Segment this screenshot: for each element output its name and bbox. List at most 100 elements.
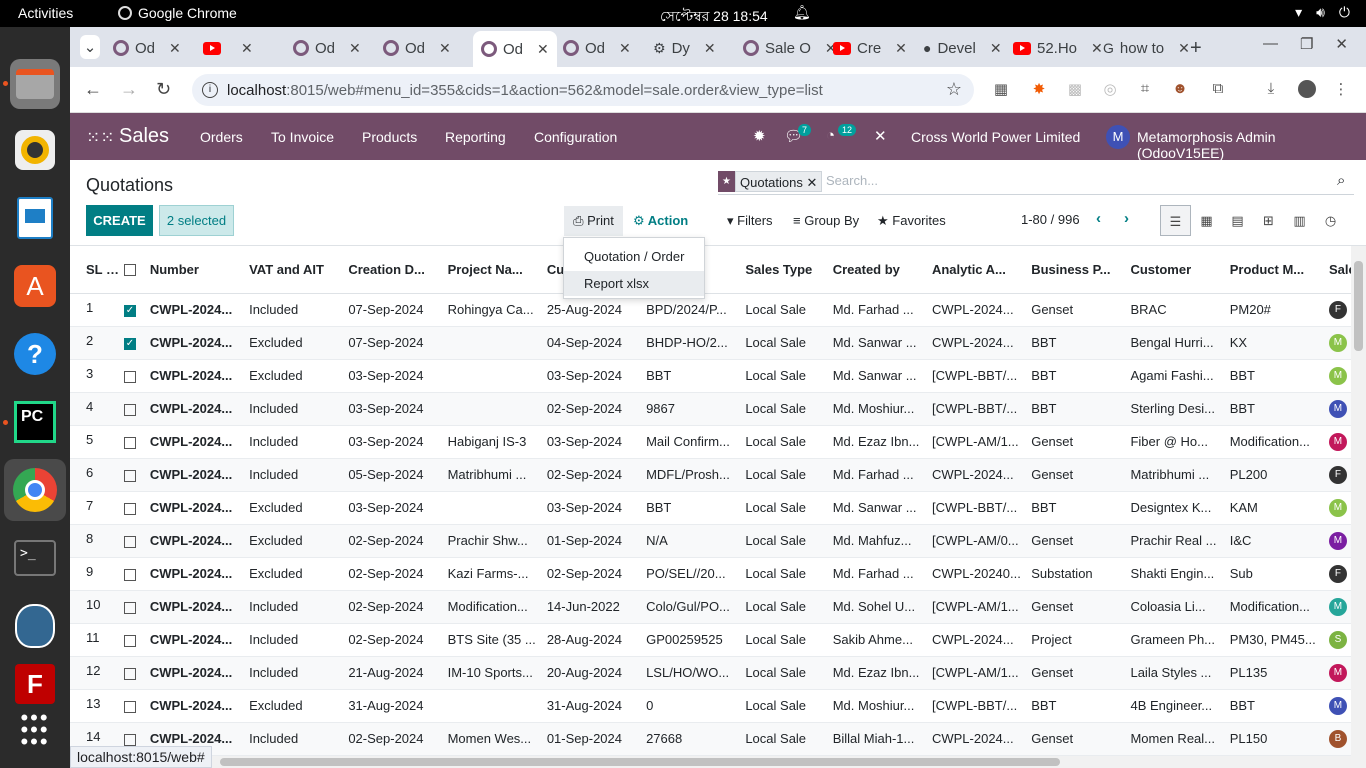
browser-tab[interactable]: Od ✕ xyxy=(383,35,451,61)
print-button[interactable]: ⎙ Print xyxy=(564,206,623,236)
help-icon[interactable]: ? xyxy=(10,329,60,379)
table-row[interactable]: 8 CWPL-2024... Excluded 02-Sep-2024 Prachir … xyxy=(70,524,1351,558)
table-row[interactable]: 10 CWPL-2024... Included 02-Sep-2024 Modific… xyxy=(70,590,1351,624)
url-text[interactable]: localhost:8015/web#menu_id=355&cids=1&ac… xyxy=(227,82,823,99)
menu-products[interactable]: Products xyxy=(362,129,417,145)
table-row[interactable]: 2 ✓ CWPL-2024... Excluded 07-Sep-2024 04-Sep-… xyxy=(70,326,1351,360)
column-header[interactable] xyxy=(123,246,150,294)
browser-tab[interactable]: Od ✕ xyxy=(473,31,557,67)
row-checkbox[interactable]: ✓ xyxy=(123,337,136,350)
close-tab-icon[interactable]: ✕ xyxy=(1178,40,1190,57)
bell-icon[interactable]: 🔔︎ xyxy=(793,4,811,21)
menu-configuration[interactable]: Configuration xyxy=(534,129,617,145)
pycharm-icon[interactable]: PC xyxy=(10,397,60,447)
download-icon[interactable]: ⤓ xyxy=(1262,80,1280,98)
previous-page-icon[interactable]: ‹ xyxy=(1096,210,1101,227)
calendar-view-icon[interactable]: ▤ xyxy=(1222,205,1253,236)
menu-orders[interactable]: Orders xyxy=(200,129,243,145)
files-icon[interactable] xyxy=(10,59,60,109)
close-tab-icon[interactable]: ✕ xyxy=(619,40,631,57)
pivot-view-icon[interactable]: ⊞ xyxy=(1253,205,1284,236)
facet-remove-icon[interactable]: ✕ xyxy=(807,175,818,190)
close-tab-icon[interactable]: ✕ xyxy=(895,40,907,57)
system-tray[interactable]: ▾ 🔊︎ ⏻ xyxy=(1295,4,1350,21)
column-header[interactable]: Product M... xyxy=(1229,246,1329,294)
column-header[interactable]: SL N... xyxy=(70,246,124,294)
browser-tab[interactable]: 52.Ho ✕ xyxy=(1013,35,1103,61)
new-tab-button[interactable]: + xyxy=(1190,35,1202,61)
apps-menu-icon[interactable]: ⁙⁙ xyxy=(86,128,115,148)
extension-icon[interactable]: ⌗ xyxy=(1136,80,1154,98)
selected-count[interactable]: 2 selected xyxy=(159,205,234,236)
table-row[interactable]: 5 CWPL-2024... Included 03-Sep-2024 Habiganj… xyxy=(70,425,1351,459)
browser-tab[interactable]: Sale O ✕ xyxy=(743,35,837,61)
graph-view-icon[interactable]: ▥ xyxy=(1284,205,1315,236)
tab-search-button[interactable]: ⌄ xyxy=(80,35,100,59)
print-menu-item-report-xlsx[interactable]: Report xlsx xyxy=(564,271,704,296)
extension-icon[interactable]: ✸ xyxy=(1030,80,1048,98)
close-tab-icon[interactable]: ✕ xyxy=(439,40,451,57)
row-checkbox[interactable] xyxy=(123,535,136,548)
column-header[interactable]: Analytic A... xyxy=(931,246,1032,294)
browser-tab[interactable]: ⚙ Dy ✕ xyxy=(653,35,716,61)
close-tab-icon[interactable]: ✕ xyxy=(349,40,361,57)
bug-icon[interactable]: ✹ xyxy=(753,127,766,145)
close-tab-icon[interactable]: ✕ xyxy=(704,40,716,57)
table-row[interactable]: 12 CWPL-2024... Included 21-Aug-2024 IM-10 S… xyxy=(70,656,1351,690)
tools-icon[interactable]: ✕ xyxy=(874,127,887,145)
table-row[interactable]: 11 CWPL-2024... Included 02-Sep-2024 BTS Sit… xyxy=(70,623,1351,657)
back-icon[interactable]: ← xyxy=(84,79,102,100)
row-checkbox[interactable] xyxy=(123,634,136,647)
table-row[interactable]: 9 CWPL-2024... Excluded 02-Sep-2024 Kazi Far… xyxy=(70,557,1351,591)
browser-tab[interactable]: Od ✕ xyxy=(563,35,631,61)
company-switcher[interactable]: Cross World Power Limited xyxy=(911,129,1080,145)
table-row[interactable]: 14 CWPL-2024... Included 02-Sep-2024 Momen W… xyxy=(70,722,1351,756)
minimize-icon[interactable]: — xyxy=(1263,35,1278,53)
kanban-view-icon[interactable]: ▦ xyxy=(1191,205,1222,236)
column-header[interactable]: VAT and AIT xyxy=(249,246,349,294)
row-checkbox[interactable] xyxy=(123,667,136,680)
create-button[interactable]: CREATE xyxy=(86,205,153,236)
row-checkbox[interactable] xyxy=(123,733,136,746)
chrome-icon[interactable] xyxy=(4,459,66,521)
column-header[interactable]: Salesperson xyxy=(1328,246,1351,294)
column-header[interactable]: Number xyxy=(149,246,250,294)
row-checkbox[interactable] xyxy=(123,436,136,449)
app-menu[interactable]: Google Chrome xyxy=(118,5,237,21)
group-by-button[interactable]: ≡ Group By xyxy=(793,213,859,228)
table-row[interactable]: 6 CWPL-2024... Included 05-Sep-2024 Matribhu… xyxy=(70,458,1351,492)
print-menu-item-quotation[interactable]: Quotation / Order xyxy=(564,244,704,269)
table-row[interactable]: 13 CWPL-2024... Excluded 31-Aug-2024 31-Aug-… xyxy=(70,689,1351,723)
extension-icon[interactable]: ☻ xyxy=(1171,80,1189,98)
clock[interactable]: সেপ্টেম্বর 28 18:54 xyxy=(660,5,768,29)
select-all-checkbox[interactable] xyxy=(123,264,136,277)
close-tab-icon[interactable]: ✕ xyxy=(1091,40,1103,57)
action-button[interactable]: ⚙ Action xyxy=(633,213,688,229)
column-header[interactable]: Business P... xyxy=(1031,246,1131,294)
writer-icon[interactable] xyxy=(10,193,60,243)
row-checkbox[interactable] xyxy=(123,568,136,581)
close-tab-icon[interactable]: ✕ xyxy=(241,40,253,57)
pager-value[interactable]: 1-80 / 996 xyxy=(1021,212,1080,227)
vertical-scrollbar[interactable] xyxy=(1351,246,1366,756)
reload-icon[interactable]: ↻ xyxy=(156,79,171,100)
row-checkbox[interactable] xyxy=(123,700,136,713)
extension-icon[interactable]: ▩ xyxy=(1066,80,1084,98)
row-checkbox[interactable] xyxy=(123,403,136,416)
browser-tab[interactable]: Cre ✕ xyxy=(833,35,907,61)
column-header[interactable]: Creation D... xyxy=(348,246,448,294)
column-header[interactable]: Sales Type xyxy=(745,246,833,294)
row-checkbox[interactable] xyxy=(123,469,136,482)
apps-grid-icon[interactable]: ••• ••• ••• xyxy=(10,705,60,755)
row-checkbox[interactable] xyxy=(123,502,136,515)
favorites-button[interactable]: ★ Favorites xyxy=(877,213,946,229)
kebab-menu-icon[interactable]: ⋮ xyxy=(1332,80,1350,98)
browser-tab[interactable]: Od ✕ xyxy=(293,35,361,61)
extension-icon[interactable]: ◎ xyxy=(1101,80,1119,98)
forward-icon[interactable]: → xyxy=(120,79,138,100)
activity-view-icon[interactable]: ◷ xyxy=(1315,205,1346,236)
row-checkbox[interactable] xyxy=(123,370,136,383)
row-checkbox[interactable] xyxy=(123,601,136,614)
table-row[interactable]: 4 CWPL-2024... Included 03-Sep-2024 02-Sep-2… xyxy=(70,392,1351,426)
close-tab-icon[interactable]: ✕ xyxy=(537,41,549,58)
